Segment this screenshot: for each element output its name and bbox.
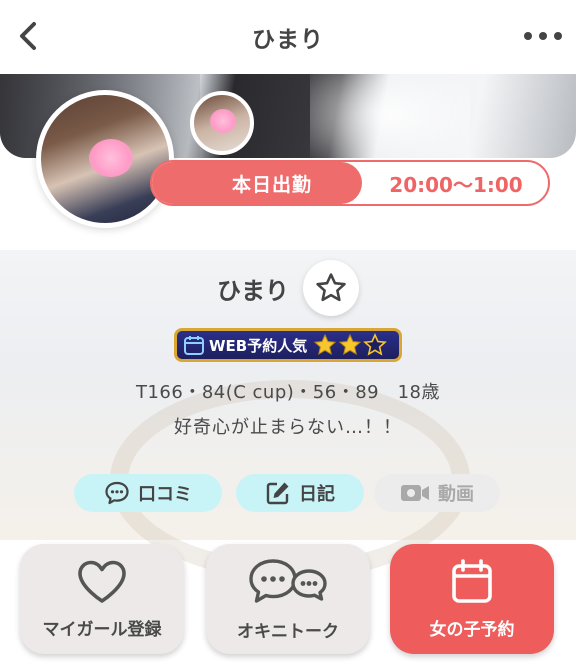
profile-avatar[interactable] <box>36 90 174 228</box>
profile-thumbnail[interactable] <box>190 91 254 155</box>
chevron-left-icon <box>20 22 36 50</box>
video-camera-icon <box>401 485 429 501</box>
schedule-pill: 本日出勤 20:00〜1:00 <box>150 160 550 206</box>
working-hours: 20:00〜1:00 <box>389 172 523 197</box>
calendar-icon <box>452 558 492 603</box>
today-attendance-label: 本日出勤 <box>152 162 362 204</box>
my-girl-register-label: マイガール登録 <box>42 619 162 640</box>
profile-catchphrase: 好奇心が止まらない…！！ <box>174 417 402 438</box>
name-row: ひまり <box>0 258 576 318</box>
page-title: ひまり <box>252 27 324 53</box>
badge-label: WEB予約人気 <box>209 336 308 355</box>
more-button[interactable] <box>524 26 562 46</box>
heart-blur-icon <box>210 109 236 133</box>
profile-name: ひまり <box>217 276 289 305</box>
star-outline-icon <box>316 273 346 302</box>
reserve-girl-label: 女の子予約 <box>429 619 515 640</box>
badge-rating <box>313 333 388 357</box>
reviews-chip[interactable]: 口コミ <box>74 474 222 512</box>
web-reservation-popularity-badge: WEB予約人気 <box>174 328 402 362</box>
star-filled-icon <box>339 333 362 356</box>
reserve-girl-button[interactable]: 女の子予約 <box>390 544 554 654</box>
video-chip-label: 動画 <box>438 484 474 505</box>
my-girl-register-button[interactable]: マイガール登録 <box>20 544 184 654</box>
header-bar: ひまり <box>0 0 576 74</box>
star-outline-icon <box>363 333 388 356</box>
chat-bubble-icon <box>105 481 129 505</box>
video-chip[interactable]: 動画 <box>374 474 500 512</box>
okini-talk-button[interactable]: オキニトーク <box>206 544 370 654</box>
okini-talk-label: オキニトーク <box>237 621 339 642</box>
star-filled-icon <box>314 333 337 356</box>
back-button[interactable] <box>14 20 44 52</box>
diary-chip[interactable]: 日記 <box>236 474 364 512</box>
heart-outline-icon <box>78 560 126 603</box>
chat-bubbles-icon <box>249 558 327 603</box>
favorite-button[interactable] <box>303 260 359 316</box>
reviews-chip-label: 口コミ <box>138 484 192 505</box>
heart-blur-icon <box>89 139 133 177</box>
calendar-icon <box>184 336 204 355</box>
profile-stats: T166・84(C cup)・56・89 18歳 <box>135 382 441 403</box>
more-horizontal-icon <box>524 32 532 40</box>
edit-icon <box>266 482 289 505</box>
diary-chip-label: 日記 <box>299 484 335 505</box>
